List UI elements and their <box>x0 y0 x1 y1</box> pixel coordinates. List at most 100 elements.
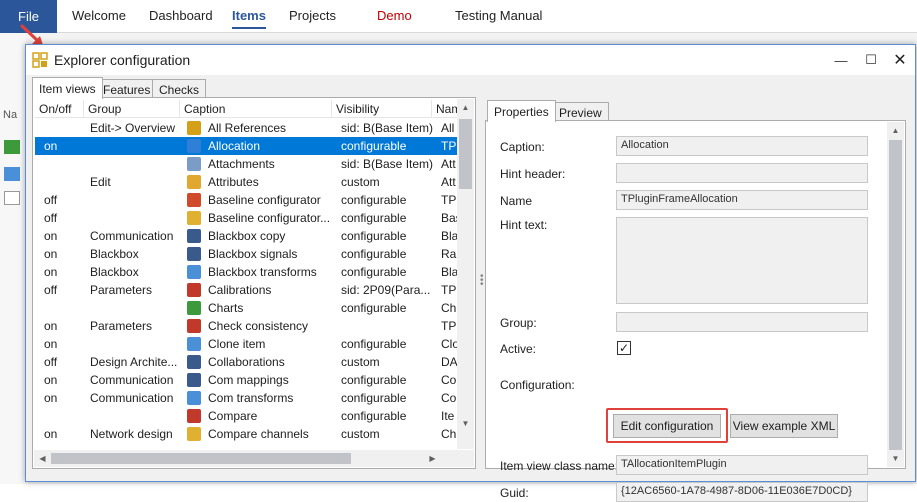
baseline-icon <box>187 193 201 207</box>
hint-text-field[interactable] <box>616 217 868 304</box>
dialog-titlebar[interactable]: Explorer configuration — ☐ ✕ <box>26 45 915 75</box>
grid-rows: Edit-> Overview All References sid: B(Base… <box>35 119 459 449</box>
scroll-down-icon[interactable]: ▼ <box>887 450 904 467</box>
tab-testing-manual[interactable]: Testing Manual <box>455 8 542 23</box>
active-checkbox[interactable]: ✓ <box>617 341 631 355</box>
table-row[interactable]: on Parameters Check consistency TPl <box>35 317 459 335</box>
ribbon-icon[interactable] <box>4 140 20 154</box>
table-row[interactable]: off Baseline configurator configurable TPl <box>35 191 459 209</box>
table-row[interactable]: on Communication Com mappings configurable C… <box>35 371 459 389</box>
hint-header-field[interactable] <box>616 163 868 183</box>
close-button[interactable]: ✕ <box>885 45 915 75</box>
column-header-onoff[interactable]: On/off <box>35 100 84 118</box>
tab-checks[interactable]: Checks <box>152 79 207 99</box>
group-field[interactable] <box>616 312 868 332</box>
properties-vertical-scrollbar[interactable]: ▲ ▼ <box>887 122 904 467</box>
scroll-thumb[interactable] <box>459 119 472 189</box>
tab-projects[interactable]: Projects <box>289 8 336 23</box>
app-left-strip: Na <box>0 33 26 484</box>
table-row[interactable]: on Communication Blackbox copy configurable… <box>35 227 459 245</box>
visibility-cell: sid: B(Base Item) <box>341 157 433 171</box>
guid-field[interactable]: {12AC6560-1A78-4987-8D06-11E036E7D0CD} <box>616 482 868 502</box>
scroll-thumb[interactable] <box>889 140 902 450</box>
scroll-left-icon[interactable]: ◀ <box>34 450 51 467</box>
onoff-cell: on <box>44 229 58 243</box>
scroll-right-icon[interactable]: ▶ <box>424 450 441 467</box>
onoff-cell: off <box>44 355 58 369</box>
table-row[interactable]: on Blackbox Blackbox transforms configurabl… <box>35 263 459 281</box>
table-row[interactable]: Edit-> Overview All References sid: B(Base… <box>35 119 459 137</box>
table-row[interactable]: on Communication Com transforms configurabl… <box>35 389 459 407</box>
group-cell <box>90 335 182 353</box>
table-row[interactable]: Charts configurable Ch <box>35 299 459 317</box>
group-cell: Network design <box>90 427 173 441</box>
column-header-visibility[interactable]: Visibility <box>332 100 432 118</box>
column-header-caption[interactable]: Caption <box>180 100 332 118</box>
tab-demo[interactable]: Demo <box>377 8 412 23</box>
tab-dashboard[interactable]: Dashboard <box>149 8 213 23</box>
caption-cell: Compare <box>208 409 258 423</box>
table-row[interactable]: on Blackbox Blackbox signals configurable Ra <box>35 245 459 263</box>
group-cell <box>90 209 182 227</box>
tab-features[interactable]: Features <box>96 79 158 99</box>
table-row[interactable]: off Parameters Calibrations sid: 2P09(Para.… <box>35 281 459 299</box>
table-row[interactable]: off Design Archite... Collaborations custom… <box>35 353 459 371</box>
tab-items[interactable]: Items <box>232 8 266 29</box>
caption-cell: Baseline configurator... <box>208 211 330 225</box>
references-icon <box>187 121 201 135</box>
tab-welcome[interactable]: Welcome <box>72 8 126 23</box>
guid-label: Guid: <box>500 486 529 500</box>
maximize-button[interactable]: ☐ <box>856 45 886 75</box>
table-row[interactable]: Edit Attributes custom Att <box>35 173 459 191</box>
tab-item-views[interactable]: Item views <box>32 77 103 99</box>
caption-cell: Attachments <box>208 157 275 171</box>
column-header-group[interactable]: Group <box>84 100 180 118</box>
scroll-up-icon[interactable]: ▲ <box>457 99 474 116</box>
item-view-class-name-field[interactable]: TAllocationItemPlugin <box>616 455 868 475</box>
group-cell: Blackbox <box>90 265 139 279</box>
onoff-cell: off <box>44 211 58 225</box>
caption-cell: Calibrations <box>208 283 272 297</box>
visibility-cell: configurable <box>341 265 407 279</box>
item-views-grid[interactable]: On/off Group Caption Visibility Name Edi… <box>32 97 476 469</box>
table-row[interactable]: off Baseline configurator... configurable B… <box>35 209 459 227</box>
group-cell <box>90 137 182 155</box>
tab-preview[interactable]: Preview <box>552 102 609 122</box>
group-label: Group: <box>500 316 537 330</box>
grid-horizontal-scrollbar[interactable]: ◀ ▶ <box>34 450 458 467</box>
visibility-cell <box>341 317 433 335</box>
tab-properties[interactable]: Properties <box>487 100 556 122</box>
signals-icon <box>187 247 201 261</box>
onoff-cell: on <box>44 427 58 441</box>
minimize-button[interactable]: — <box>826 45 856 75</box>
grid-vertical-scrollbar[interactable]: ▲ ▼ <box>457 99 474 449</box>
caption-field[interactable]: Allocation <box>616 136 868 156</box>
scroll-down-icon[interactable]: ▼ <box>457 415 474 432</box>
table-row[interactable]: on Allocation configurable TPl <box>35 137 459 155</box>
scroll-corner <box>457 450 474 467</box>
group-cell: Blackbox <box>90 247 139 261</box>
onoff-cell: on <box>44 337 58 351</box>
view-example-xml-button[interactable]: View example XML <box>730 414 838 438</box>
edit-configuration-button[interactable]: Edit configuration <box>613 414 721 438</box>
dialog-title: Explorer configuration <box>54 52 191 68</box>
scroll-thumb[interactable] <box>51 453 351 464</box>
visibility-cell: configurable <box>341 391 407 405</box>
explorer-configuration-dialog: Explorer configuration — ☐ ✕ Item views … <box>25 44 916 502</box>
visibility-cell: configurable <box>341 193 407 207</box>
table-row[interactable]: Compare configurable Ite <box>35 407 459 425</box>
app-menubar: File Welcome Dashboard Items Projects De… <box>0 0 917 33</box>
table-row[interactable]: on Clone item configurable Clo <box>35 335 459 353</box>
scroll-up-icon[interactable]: ▲ <box>887 122 904 139</box>
ribbon-field[interactable] <box>4 191 20 205</box>
table-row[interactable]: on Network design Compare channels custom Ch <box>35 425 459 443</box>
name-field[interactable]: TPluginFrameAllocation <box>616 190 868 210</box>
ribbon-icon[interactable] <box>4 167 20 181</box>
group-cell: Design Archite... <box>90 355 178 369</box>
table-row[interactable]: Attachments sid: B(Base Item) Att <box>35 155 459 173</box>
calibrations-icon <box>187 283 201 297</box>
column-header-name[interactable]: Name <box>432 100 459 118</box>
caption-cell: Check consistency <box>208 319 309 333</box>
onoff-cell <box>44 407 84 425</box>
panel-splitter[interactable]: • • • <box>480 272 484 290</box>
